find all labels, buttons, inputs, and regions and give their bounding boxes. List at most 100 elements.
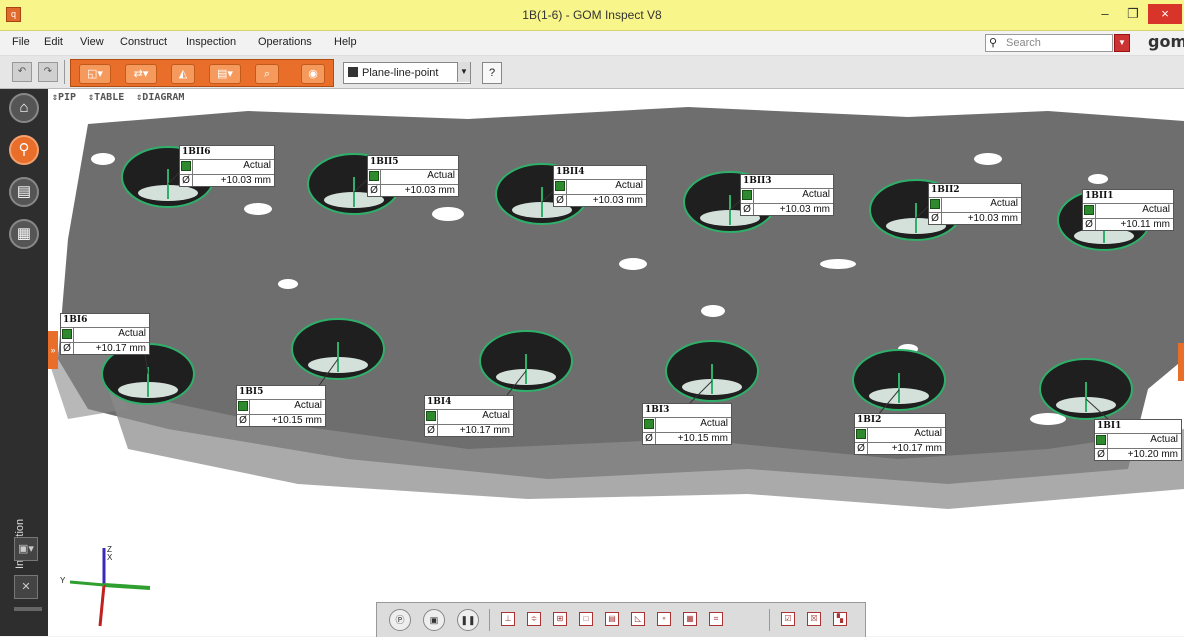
measurement-label[interactable]: 1BII2 Actual Ø +10.03 mm — [928, 183, 1022, 225]
restore-button[interactable]: ❐ — [1120, 4, 1146, 24]
measurement-status: Actual — [1150, 434, 1178, 445]
measurement-name: 1BII6 — [182, 147, 211, 157]
inspection-icon[interactable]: ◭ — [171, 64, 195, 84]
measurement-status: Actual — [482, 410, 510, 421]
tab-diagram[interactable]: ⇕DIAGRAM — [136, 92, 184, 103]
measurement-label[interactable]: 1BII3 Actual Ø +10.03 mm — [740, 174, 834, 216]
report-icon[interactable]: ▤▾ — [209, 64, 241, 84]
status-icon — [181, 161, 191, 171]
menu-inspection[interactable]: Inspection — [186, 36, 236, 48]
tab-table[interactable]: ⇕TABLE — [88, 92, 124, 103]
section-icon[interactable]: ⊞ — [553, 612, 567, 626]
y-axis — [103, 583, 151, 590]
viewport-tabs: ⇕PIP ⇕TABLE ⇕DIAGRAM — [52, 92, 190, 103]
measurement-label[interactable]: 1BII5 Actual Ø +10.03 mm — [367, 155, 459, 197]
alignment-dropdown-icon[interactable]: ▼ — [457, 62, 470, 82]
measurement-status: Actual — [990, 198, 1018, 209]
align-top-icon[interactable]: ⊥ — [501, 612, 515, 626]
search-icon[interactable]: ⚲ — [9, 135, 39, 165]
3d-viewport[interactable]: ⇕PIP ⇕TABLE ⇕DIAGRAM 1BII6 Actual Ø +10.0… — [48, 89, 1184, 636]
status-icon — [62, 329, 72, 339]
status-icon — [644, 419, 654, 429]
diameter-symbol: Ø — [929, 213, 942, 224]
frame-icon[interactable]: □ — [579, 612, 593, 626]
panel-icon[interactable]: ▤ — [605, 612, 619, 626]
menu-operations[interactable]: Operations — [258, 36, 312, 48]
alignment-select[interactable]: Plane-line-point — [343, 62, 471, 84]
minimize-button[interactable]: – — [1092, 4, 1118, 24]
pin-icon[interactable]: Ⓟ — [389, 609, 411, 631]
help-button[interactable]: ? — [482, 62, 502, 84]
delete-icon[interactable]: ☒ — [807, 612, 821, 626]
measurement-value: +10.17 mm — [95, 343, 146, 354]
measurement-value: +10.17 mm — [891, 443, 942, 454]
layout-icon[interactable]: ▚ — [833, 612, 847, 626]
view-mode-icon[interactable]: ▣ — [423, 609, 445, 631]
measurement-label[interactable]: 1BI4 Actual Ø +10.17 mm — [424, 395, 514, 437]
grid-icon[interactable]: ▦ — [683, 612, 697, 626]
sidebar-divider — [14, 607, 42, 611]
menu-file[interactable]: File — [12, 36, 30, 48]
alignment-icon — [348, 67, 358, 77]
measurement-name: 1BI6 — [63, 315, 88, 325]
diameter-symbol: Ø — [1095, 449, 1108, 460]
diameter-symbol: Ø — [368, 185, 381, 196]
camera-icon[interactable]: ◉ — [301, 64, 325, 84]
measurement-label[interactable]: 1BI1 Actual Ø +10.20 mm — [1094, 419, 1182, 461]
points-icon[interactable]: ∘ — [657, 612, 671, 626]
menu-construct[interactable]: Construct — [120, 36, 167, 48]
diameter-symbol: Ø — [741, 204, 754, 215]
search-icon: ⚲ — [989, 37, 998, 49]
checkbox-icon[interactable]: ☑ — [781, 612, 795, 626]
chart-icon[interactable]: ◺ — [631, 612, 645, 626]
x-axis-label: X — [107, 553, 113, 562]
align-center-icon[interactable]: ≑ — [527, 612, 541, 626]
menu-edit[interactable]: Edit — [44, 36, 63, 48]
measurement-status: Actual — [294, 400, 322, 411]
zoom-icon[interactable]: ⌕ — [255, 64, 279, 84]
menu-help[interactable]: Help — [334, 36, 357, 48]
tab-pip[interactable]: ⇕PIP — [52, 92, 76, 103]
search-dropdown-button[interactable]: ▼ — [1114, 34, 1130, 52]
menu-view[interactable]: View — [80, 36, 104, 48]
search-input[interactable]: ⚲ Search — [985, 34, 1113, 52]
measurement-status: Actual — [118, 328, 146, 339]
y-axis-label: Y — [60, 576, 66, 585]
panel-layout-icon[interactable]: ▣▾ — [14, 537, 38, 561]
measurement-label[interactable]: 1BII6 Actual Ø +10.03 mm — [179, 145, 275, 187]
construct-mode-icon[interactable]: ⇄▾ — [125, 64, 157, 84]
diameter-symbol: Ø — [180, 175, 193, 186]
pause-icon[interactable]: ❚❚ — [457, 609, 479, 631]
measurement-name: 1BI2 — [857, 415, 882, 425]
measurement-label[interactable]: 1BI3 Actual Ø +10.15 mm — [642, 403, 732, 445]
status-icon — [555, 181, 565, 191]
undo-icon[interactable]: ↶ — [12, 62, 32, 82]
measurement-value: +10.15 mm — [677, 433, 728, 444]
expand-left-panel-icon[interactable]: » — [48, 331, 58, 369]
select-mode-icon[interactable]: ◱▾ — [79, 64, 111, 84]
status-icon — [238, 401, 248, 411]
measurement-label[interactable]: 1BII1 Actual Ø +10.11 mm — [1082, 189, 1174, 231]
diameter-symbol: Ø — [1083, 219, 1096, 230]
search-placeholder: Search — [1006, 37, 1041, 49]
measurement-label[interactable]: 1BII4 Actual Ø +10.03 mm — [553, 165, 647, 207]
status-icon — [1084, 205, 1094, 215]
home-icon[interactable]: ⌂ — [9, 93, 39, 123]
grid-icon[interactable]: ▦ — [9, 219, 39, 249]
diameter-symbol: Ø — [237, 415, 250, 426]
measurement-value: +10.03 mm — [967, 213, 1018, 224]
toolbar-group-orange: ◱▾ ⇄▾ ◭ ▤▾ ⌕ ◉ — [70, 59, 334, 87]
expand-right-panel-icon[interactable] — [1178, 343, 1184, 381]
measurement-label[interactable]: 1BI2 Actual Ø +10.17 mm — [854, 413, 946, 455]
diameter-symbol: Ø — [554, 195, 567, 206]
alignment-value: Plane-line-point — [362, 67, 439, 79]
measurement-value: +10.20 mm — [1127, 449, 1178, 460]
close-button[interactable]: × — [1148, 4, 1182, 24]
redo-icon[interactable]: ↷ — [38, 62, 58, 82]
measurement-label[interactable]: 1BI5 Actual Ø +10.15 mm — [236, 385, 326, 427]
measurement-status: Actual — [914, 428, 942, 439]
bracket-icon[interactable]: ⌗ — [709, 612, 723, 626]
document-icon[interactable]: ▤ — [9, 177, 39, 207]
measurement-label[interactable]: 1BI6 Actual Ø +10.17 mm — [60, 313, 150, 355]
measurement-value: +10.03 mm — [404, 185, 455, 196]
